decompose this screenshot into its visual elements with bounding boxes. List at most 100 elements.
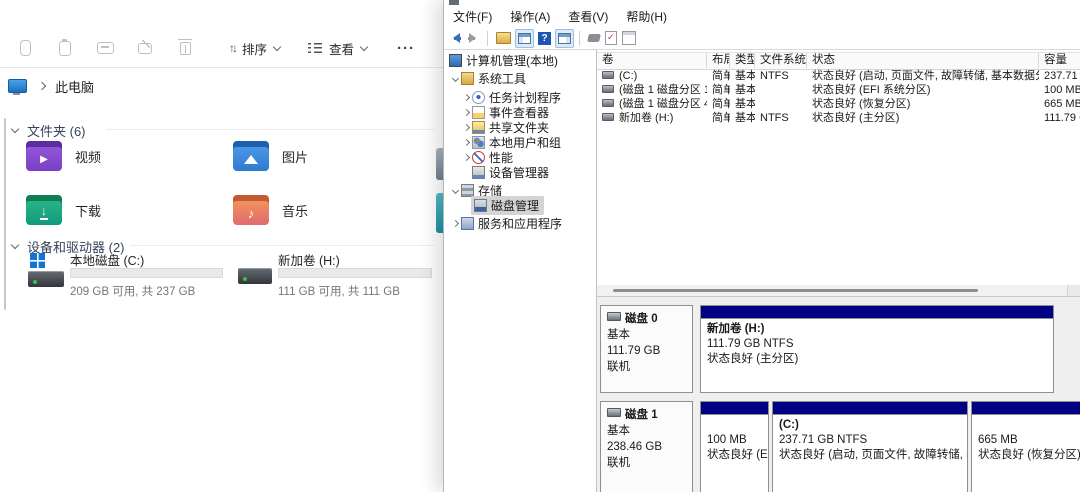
header-layout[interactable]: 布局	[707, 53, 730, 68]
volume-row-h[interactable]: 新加卷 (H:) 简单 基本 NTFS 状态良好 (主分区) 111.79 GB	[597, 111, 1080, 125]
folder-tile-videos[interactable]: ▶ 视频	[26, 141, 101, 171]
copy-button[interactable]	[52, 35, 78, 61]
drive-usage: 209 GB 可用, 共 237 GB	[70, 286, 196, 298]
volume-status: 状态良好 (启动, 页面文件, 故障转储, 基本数据分区)	[812, 70, 1039, 82]
show-action-pane-button[interactable]	[555, 28, 574, 48]
event-viewer-icon	[472, 106, 485, 119]
volume-row-disk1-part4[interactable]: (磁盘 1 磁盘分区 4) 简单 基本 状态良好 (恢复分区) 665 MB	[597, 97, 1080, 111]
tree-item-performance[interactable]: 性能	[444, 150, 596, 165]
this-pc-icon[interactable]	[8, 79, 27, 95]
menu-view[interactable]: 查看(V)	[559, 6, 617, 27]
explorer-command-bar: ↑↓ 排序 查看 ···	[0, 31, 444, 65]
users-groups-icon	[472, 136, 485, 149]
back-button[interactable]	[447, 30, 463, 47]
tree-item-computer-management[interactable]: 计算机管理(本地)	[444, 53, 596, 68]
volume-name: (C:)	[619, 70, 638, 82]
chevron-right-icon[interactable]	[461, 93, 471, 102]
folder-icon-sliver[interactable]	[436, 148, 443, 180]
system-tools-icon	[461, 72, 474, 85]
show-console-tree-button[interactable]	[515, 28, 534, 48]
videos-folder-icon: ▶	[26, 141, 62, 171]
tree-item-device-manager[interactable]: 设备管理器	[444, 165, 596, 180]
tree-item-event-viewer[interactable]: 事件查看器	[444, 105, 596, 120]
chevron-right-icon[interactable]	[461, 123, 471, 132]
menu-help[interactable]: 帮助(H)	[617, 6, 676, 27]
chevron-right-icon[interactable]	[461, 108, 471, 117]
help-button[interactable]	[537, 30, 552, 47]
partition-efi[interactable]: 100 MB 状态良好 (EFI 系统分区)	[700, 401, 769, 492]
menu-file[interactable]: 文件(F)	[444, 6, 501, 27]
disk-1-label[interactable]: 磁盘 1 基本 238.46 GB 联机	[600, 401, 693, 492]
selected-tree-item: 磁盘管理	[471, 196, 545, 215]
breadcrumb-location[interactable]: 此电脑	[55, 77, 94, 96]
tree-item-disk-management[interactable]: 磁盘管理	[444, 196, 596, 215]
music-note-glyph-icon: ♪	[247, 205, 255, 221]
document-check-icon	[605, 31, 617, 45]
up-one-level-button[interactable]	[495, 30, 512, 47]
rename-button[interactable]	[92, 35, 118, 61]
sort-button[interactable]: ↑↓ 排序	[220, 34, 289, 62]
chevron-right-icon[interactable]	[461, 153, 471, 162]
tree-item-task-scheduler[interactable]: 任务计划程序	[444, 90, 596, 105]
chevron-down-icon[interactable]	[450, 74, 460, 83]
volume-row-disk1-part1[interactable]: (磁盘 1 磁盘分区 1) 简单 基本 状态良好 (EFI 系统分区) 100 …	[597, 83, 1080, 97]
horizontal-scrollbar[interactable]	[597, 285, 1080, 296]
header-type[interactable]: 类型	[730, 53, 755, 68]
address-bar[interactable]: 此电脑	[0, 68, 444, 104]
tree-item-shared-folders[interactable]: 共享文件夹	[444, 120, 596, 135]
forward-button[interactable]	[466, 30, 482, 47]
volume-row-c[interactable]: (C:) 简单 基本 NTFS 状态良好 (启动, 页面文件, 故障转储, 基本…	[597, 69, 1080, 83]
delete-button[interactable]	[172, 35, 198, 61]
chevron-down-icon[interactable]	[450, 186, 460, 195]
volume-status: 状态良好 (EFI 系统分区)	[812, 84, 931, 96]
menu-action[interactable]: 操作(A)	[501, 6, 559, 27]
volume-type: 基本	[735, 84, 755, 96]
section-rule	[130, 245, 434, 246]
disk-type: 基本	[607, 329, 630, 341]
check-disk-button[interactable]	[604, 30, 618, 47]
drive-name: 新加卷 (H:)	[278, 254, 340, 268]
collapse-chevron-icon[interactable]	[10, 124, 20, 134]
nav-pane-scrollbar[interactable]	[4, 118, 6, 310]
folder-tile-downloads[interactable]: ↓ 下载	[26, 195, 101, 225]
volume-type: 基本	[735, 112, 755, 124]
folders-section-header[interactable]: 文件夹 (6)	[10, 121, 86, 140]
tree-item-system-tools[interactable]: 系统工具	[444, 71, 596, 86]
disk-name: 磁盘 1	[625, 409, 658, 421]
partition-c[interactable]: (C:) 237.71 GB NTFS 状态良好 (启动, 页面文件, 故障转储…	[772, 401, 968, 492]
header-status[interactable]: 状态	[807, 53, 1039, 68]
chevron-down-icon	[359, 42, 369, 51]
tree-item-services-applications[interactable]: 服务和应用程序	[444, 216, 596, 231]
disk-0-label[interactable]: 磁盘 0 基本 111.79 GB 联机	[600, 305, 693, 393]
chevron-right-icon[interactable]	[461, 138, 471, 147]
partition-title	[707, 418, 762, 433]
volume-fs	[755, 83, 807, 97]
folder-icon-sliver[interactable]	[436, 193, 443, 233]
tree-item-label: 服务和应用程序	[478, 217, 563, 231]
see-more-button[interactable]: ···	[388, 34, 424, 62]
partition-h[interactable]: 新加卷 (H:) 111.79 GB NTFS 状态良好 (主分区)	[700, 305, 1054, 393]
folder-tile-pictures[interactable]: 图片	[233, 141, 308, 171]
cut-button[interactable]	[12, 35, 38, 61]
console-tree-icon	[518, 32, 531, 44]
shared-folders-icon	[472, 121, 485, 134]
volume-status: 状态良好 (恢复分区)	[812, 98, 911, 110]
refresh-button[interactable]	[587, 30, 601, 47]
tree-item-label: 系统工具	[478, 72, 527, 86]
chevron-right-icon[interactable]	[450, 219, 460, 228]
partition-recovery[interactable]: 665 MB 状态良好 (恢复分区)	[971, 401, 1080, 492]
scrollbar-thumb[interactable]	[613, 289, 978, 292]
header-capacity[interactable]: 容量	[1039, 53, 1080, 68]
tree-item-local-users-groups[interactable]: 本地用户和组	[444, 135, 596, 150]
folder-label: 视频	[75, 149, 102, 165]
disk-0-row: 磁盘 0 基本 111.79 GB 联机 新加卷 (H:) 111.79 GB …	[600, 305, 1070, 393]
properties-button[interactable]	[621, 30, 637, 47]
share-button[interactable]	[132, 35, 158, 61]
volume-name: 新加卷 (H:)	[619, 112, 674, 124]
view-button[interactable]: 查看	[299, 34, 376, 62]
folder-tile-music[interactable]: ♪ 音乐	[233, 195, 308, 225]
header-filesystem[interactable]: 文件系统	[755, 53, 807, 68]
collapse-chevron-icon[interactable]	[10, 240, 20, 250]
header-volume[interactable]: 卷	[597, 53, 707, 68]
disk-type: 基本	[607, 425, 630, 437]
